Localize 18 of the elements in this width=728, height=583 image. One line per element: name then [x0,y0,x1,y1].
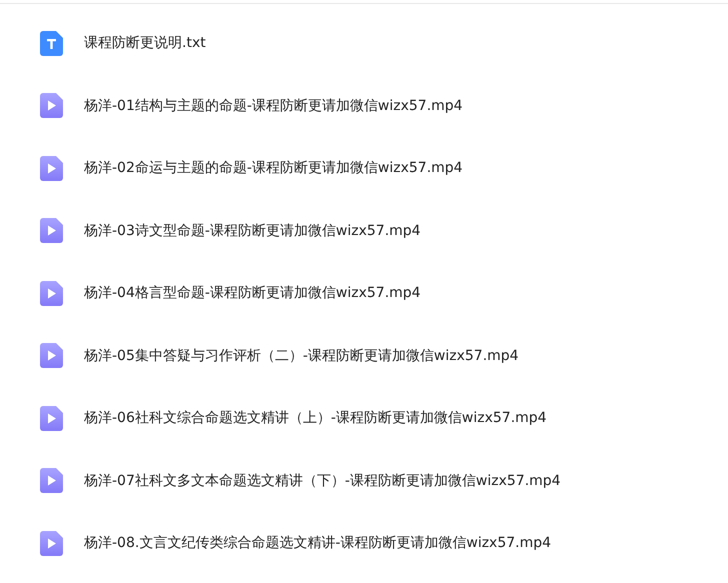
video-file-icon [40,218,63,244]
file-name[interactable]: 杨洋-03诗文型命题-课程防断更请加微信wizx57.mp4 [84,222,421,240]
file-name[interactable]: 杨洋-05集中答疑与习作评析（二）-课程防断更请加微信wizx57.mp4 [84,346,519,365]
file-name[interactable]: 杨洋-07社科文多文本命题选文精讲（下）-课程防断更请加微信wizx57.mp4 [84,472,561,490]
video-file-icon [40,156,63,181]
file-name[interactable]: 课程防断更说明.txt [84,34,206,52]
video-file-icon [40,343,63,368]
file-name[interactable]: 杨洋-06社科文综合命题选文精讲（上）-课程防断更请加微信wizx57.mp4 [84,409,547,428]
video-file-icon [40,530,63,556]
video-file-icon [40,468,63,494]
video-file-icon [40,406,63,431]
file-name[interactable]: 杨洋-08.文言文纪传类综合命题选文精讲-课程防断更请加微信wizx57.mp4 [84,534,552,552]
file-name[interactable]: 杨洋-02命运与主题的命题-课程防断更请加微信wizx57.mp4 [84,159,463,178]
file-name[interactable]: 杨洋-01结构与主题的命题-课程防断更请加微信wizx57.mp4 [84,96,463,115]
text-file-icon [40,30,63,56]
video-file-icon [40,93,63,118]
file-name[interactable]: 杨洋-04格言型命题-课程防断更请加微信wizx57.mp4 [84,284,421,302]
video-file-icon [40,280,63,306]
